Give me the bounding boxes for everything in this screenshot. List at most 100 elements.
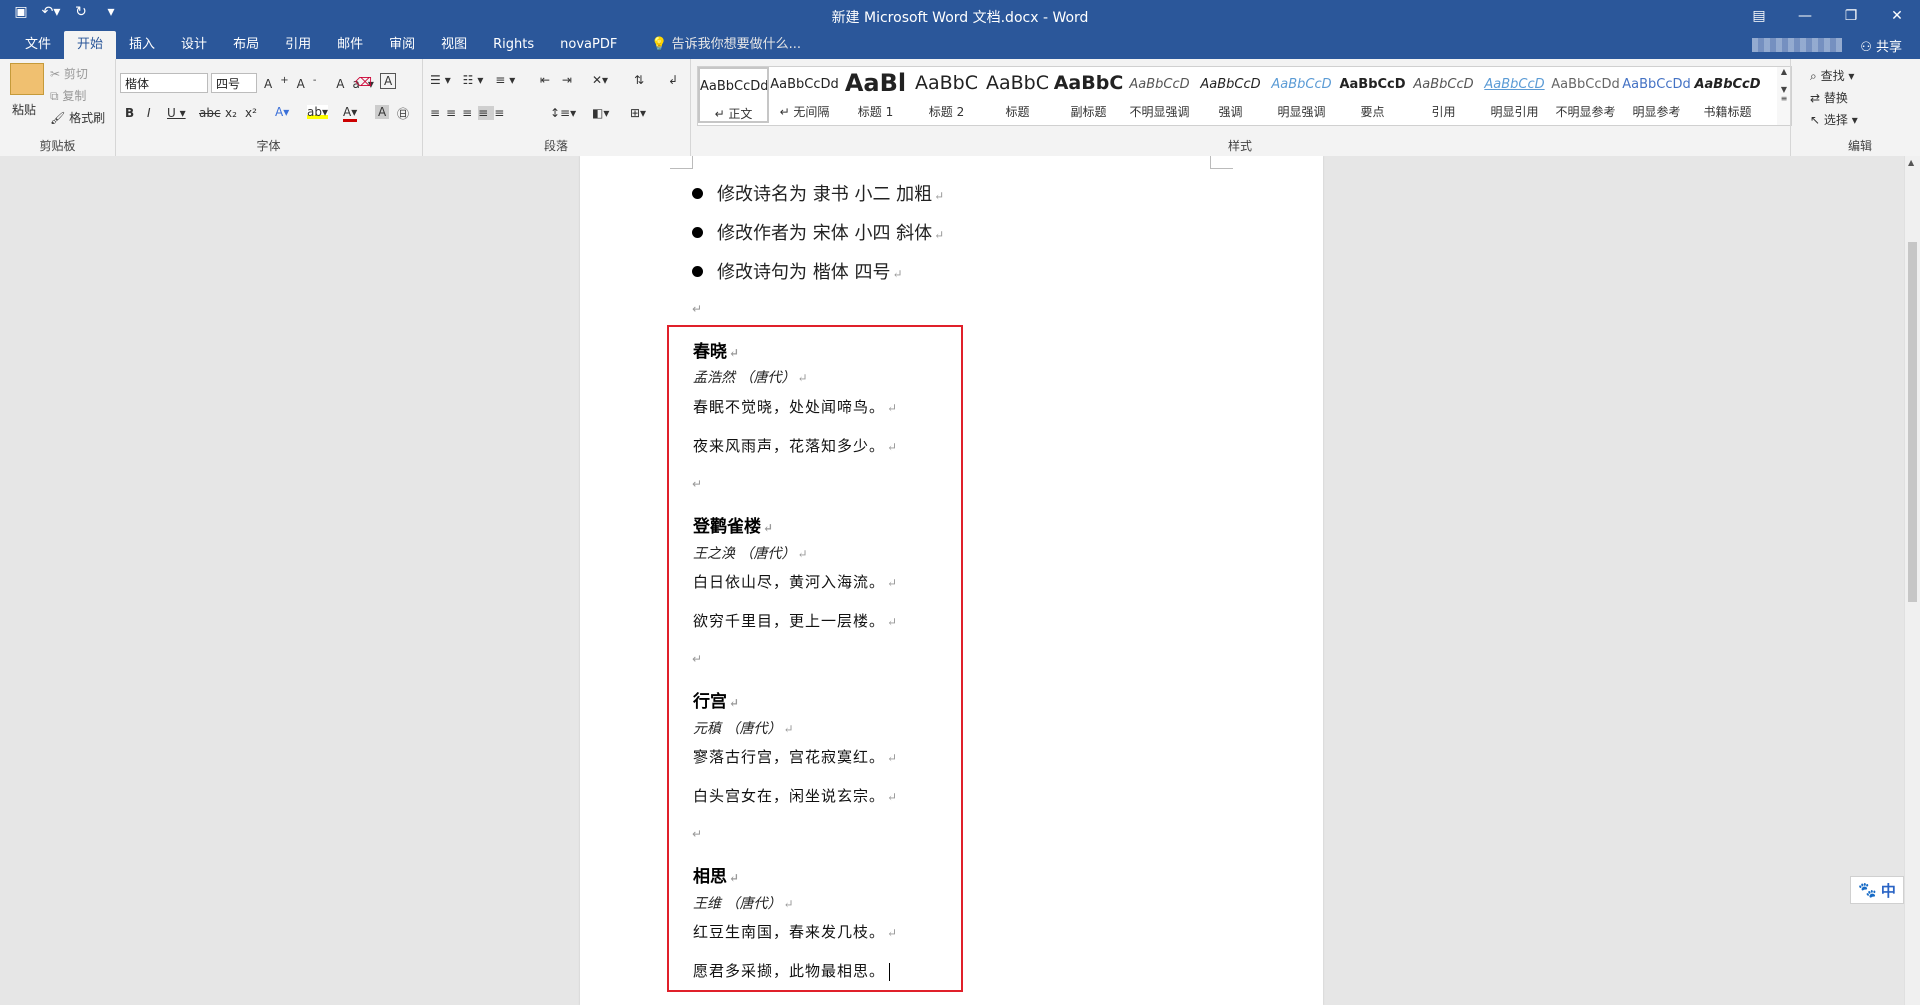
sort-icon[interactable]: ⇅ xyxy=(634,73,644,87)
superscript-button[interactable]: x² xyxy=(245,106,257,120)
vertical-scrollbar[interactable]: ▲ xyxy=(1904,156,1920,1005)
tell-me-search[interactable]: 💡 告诉我你想要做什么... xyxy=(638,31,814,59)
borders-icon[interactable]: ⊞▾ xyxy=(630,106,646,120)
italic-button[interactable]: I xyxy=(147,106,151,120)
tab-4[interactable]: 布局 xyxy=(220,31,272,59)
subscript-button[interactable]: x₂ xyxy=(225,106,237,120)
tab-5[interactable]: 引用 xyxy=(272,31,324,59)
tab-1[interactable]: 开始 xyxy=(64,31,117,59)
clipboard-group-label: 剪贴板 xyxy=(39,139,76,153)
document-page[interactable]: 修改诗名为 隶书 小二 加粗 ↵ 修改作者为 宋体 小四 斜体 ↵ 修改诗句为 楷体… xyxy=(580,156,1323,1005)
bullet-dot-icon xyxy=(692,265,703,277)
tab-9[interactable]: Rights xyxy=(480,31,547,59)
font-group-label: 字体 xyxy=(256,139,281,153)
tab-8[interactable]: 视图 xyxy=(428,31,480,59)
select-button[interactable]: ↖ 选择 ▾ xyxy=(1810,111,1858,128)
poem-line: 愿君多采撷，此物最相思。 xyxy=(693,960,891,981)
margin-corner-left xyxy=(670,156,693,169)
poem-line: 欲穷千里目，更上一层楼。 ↵ xyxy=(693,612,899,630)
clipboard-group: 粘贴 ✂ 剪切 ⧉ 复制 🖌 格式刷 剪贴板 xyxy=(0,59,116,156)
scroll-up-icon[interactable]: ▲ xyxy=(1908,158,1914,167)
replace-button[interactable]: ⇄ 替换 xyxy=(1810,89,1848,106)
poem-author: 王之涣 （唐代） ↵ xyxy=(693,546,808,562)
copy-button[interactable]: ⧉ 复制 xyxy=(50,87,86,104)
chinese-layout-icon[interactable]: ✕▾ xyxy=(592,73,608,87)
line-spacing-icon[interactable]: ↕≡▾ xyxy=(550,106,576,120)
cut-button[interactable]: ✂ 剪切 xyxy=(50,65,88,82)
paragraph-mark: ↵ xyxy=(692,827,703,841)
shading-icon[interactable]: ◧▾ xyxy=(592,106,609,120)
highlight-icon[interactable]: ab▾ xyxy=(307,105,328,119)
poem-title: 登鹳雀楼 ↵ xyxy=(693,517,774,537)
brush-icon: 🖌 xyxy=(50,111,66,125)
bullet-item: 修改诗名为 隶书 小二 加粗 ↵ xyxy=(692,180,944,206)
paragraph-mark: ↵ xyxy=(692,477,703,491)
ribbon-tabs-bar: 文件 开始 插入 设计 布局 引用 邮件 审阅 视图 Rights novaPDF 💡 告诉我你想要做… xyxy=(0,31,1920,59)
poem-line: 寥落古行宫，宫花寂寞红。 ↵ xyxy=(693,748,899,766)
paw-icon: 🐾 xyxy=(1858,881,1877,899)
close-icon[interactable]: ✕ xyxy=(1874,0,1920,31)
user-account[interactable] xyxy=(1752,38,1842,52)
underline-button[interactable]: U ▾ xyxy=(167,106,186,120)
title-bar: ▣ ↶▾ ↻ ▾ 新建 Microsoft Word 文档.docx - Wor… xyxy=(0,0,1920,31)
tab-7[interactable]: 审阅 xyxy=(376,31,428,59)
font-group: 楷体 四号 A+A- Aa▾ ⌫ A B I U ▾ abc x₂ x² A▾ … xyxy=(115,59,423,156)
text-effects-icon[interactable]: A▾ xyxy=(275,105,289,119)
poem-line: 红豆生南国，春来发几枝。 ↵ xyxy=(693,923,899,941)
alignment-buttons[interactable]: ≡≡≡≡≡ xyxy=(430,106,510,120)
paragraph-group-label: 段落 xyxy=(543,139,568,153)
bullet-dot-icon xyxy=(692,187,703,199)
poem-author: 王维 （唐代） ↵ xyxy=(693,896,794,912)
tab-6[interactable]: 邮件 xyxy=(324,31,376,59)
enclose-char-icon[interactable]: ㊐ xyxy=(397,105,409,122)
styles-group-label: 样式 xyxy=(1227,139,1252,153)
bullet-item: 修改作者为 宋体 小四 斜体 ↵ xyxy=(692,219,944,245)
indent-buttons[interactable]: ⇤ ⇥ xyxy=(540,73,576,87)
strikethrough-button[interactable]: abc xyxy=(199,106,221,120)
format-painter-button[interactable]: 🖌 格式刷 xyxy=(50,109,105,126)
ribbon-display-icon[interactable]: ▤ xyxy=(1736,0,1782,31)
cursor-icon: ↖ xyxy=(1810,113,1821,127)
char-border-icon[interactable]: A xyxy=(380,73,397,89)
copy-icon: ⧉ xyxy=(50,89,59,103)
paste-button[interactable]: 粘贴 xyxy=(12,101,36,118)
highlight-box xyxy=(667,325,963,992)
editing-group-label: 编辑 xyxy=(1847,139,1872,153)
font-color-icon[interactable]: A▾ xyxy=(343,105,358,122)
poem-line: 夜来风雨声，花落知多少。 ↵ xyxy=(693,437,899,455)
bold-button[interactable]: B xyxy=(125,106,134,120)
search-icon: ⌕ xyxy=(1810,69,1817,83)
scrollbar-thumb[interactable] xyxy=(1908,242,1917,602)
share-button[interactable]: ⚇ 共享 xyxy=(1860,36,1902,55)
replace-icon: ⇄ xyxy=(1810,91,1821,105)
bullet-dot-icon xyxy=(692,226,703,238)
tab-10[interactable]: novaPDF xyxy=(547,31,630,59)
poem-line: 白头宫女在，闲坐说玄宗。 ↵ xyxy=(693,787,899,805)
bullet-item: 修改诗句为 楷体 四号 ↵ xyxy=(692,258,903,284)
document-area: 修改诗名为 隶书 小二 加粗 ↵ 修改作者为 宋体 小四 斜体 ↵ 修改诗句为 楷体… xyxy=(0,156,1905,1005)
margin-corner-right xyxy=(1210,156,1233,169)
clear-format-icon[interactable]: ⌫ xyxy=(355,75,378,89)
font-size-select[interactable]: 四号 xyxy=(211,73,257,93)
paragraph-group: ☰▾ ☷▾ ≡▾ ⇤ ⇥ ✕▾ ⇅ ↲ ≡≡≡≡≡ ↕≡▾ ◧▾ ⊞▾ 段落 xyxy=(422,59,691,156)
ribbon-tabs: 文件 开始 插入 设计 布局 引用 邮件 审阅 视图 Rights novaPDF 💡 告诉我你想要做… xyxy=(12,31,814,59)
tab-2[interactable]: 插入 xyxy=(116,31,168,59)
ime-indicator[interactable]: 🐾 中 xyxy=(1850,876,1904,904)
poem-title: 行宫 ↵ xyxy=(693,692,740,712)
show-marks-icon[interactable]: ↲ xyxy=(668,73,678,87)
window-controls: ▤ — ❐ ✕ xyxy=(1736,0,1920,31)
editing-group: ⌕ 查找 ▾ ⇄ 替换 ↖ 选择 ▾ 编辑 xyxy=(1800,59,1920,156)
text-cursor xyxy=(889,963,891,981)
poem-line: 白日依山尽，黄河入海流。 ↵ xyxy=(693,573,899,591)
tab-3[interactable]: 设计 xyxy=(168,31,220,59)
char-shading-icon[interactable]: A xyxy=(375,105,390,119)
paste-icon[interactable] xyxy=(10,63,44,95)
minimize-icon[interactable]: — xyxy=(1782,0,1828,31)
restore-icon[interactable]: ❐ xyxy=(1828,0,1874,31)
font-name-select[interactable]: 楷体 xyxy=(120,73,208,93)
tab-0[interactable]: 文件 xyxy=(12,31,64,59)
styles-group: 样式 xyxy=(690,59,1791,156)
scissors-icon: ✂ xyxy=(50,67,61,81)
list-buttons[interactable]: ☰▾ ☷▾ ≡▾ xyxy=(430,73,519,87)
find-button[interactable]: ⌕ 查找 ▾ xyxy=(1810,67,1854,84)
